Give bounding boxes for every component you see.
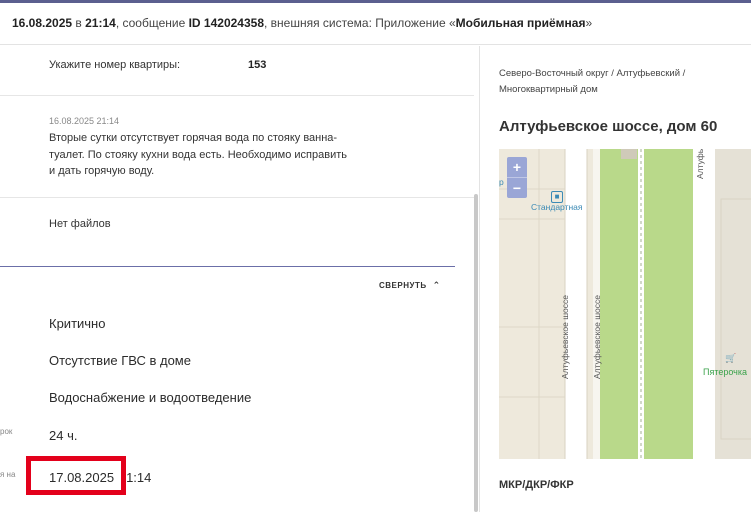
header-system-suffix: » xyxy=(585,16,593,30)
location-breadcrumb: Северо-Восточный округ / Алтуфьевский / … xyxy=(499,68,686,95)
collapse-label: СВЕРНУТЬ xyxy=(379,281,427,290)
bus-stop-label: Стандартная xyxy=(531,202,583,212)
term-value: 24 ч. xyxy=(49,428,78,443)
problem-value: Отсутствие ГВС в доме xyxy=(49,353,191,368)
header-time: 21:14 xyxy=(85,16,116,30)
header-id: ID 142024358 xyxy=(188,16,264,30)
zoom-out-button[interactable]: − xyxy=(507,178,527,198)
apartment-label: Укажите номер квартиры: xyxy=(49,59,181,71)
district-type: МКР/ДКР/ФКР xyxy=(499,479,574,491)
map-zoom-control: + − xyxy=(507,157,527,198)
priority-value: Критично xyxy=(49,316,106,331)
comment-row: 16.08.2025 21:14 Вторые сутки отсутствуе… xyxy=(0,97,474,198)
road-label-2: Алтуфьевское шоссе xyxy=(592,295,602,379)
files-row: Нет файлов xyxy=(0,198,474,268)
location-panel: Северо-Восточный округ / Алтуфьевский / … xyxy=(481,46,751,512)
header-msg-prefix: , сообщение xyxy=(115,16,189,30)
header-at: в xyxy=(72,16,86,30)
appeal-header: 16.08.2025 в 21:14, сообщение ID 1420243… xyxy=(0,3,751,45)
zoom-in-button[interactable]: + xyxy=(507,157,527,177)
deadline-time: 1:14 xyxy=(126,470,152,485)
scrollbar[interactable] xyxy=(474,194,478,512)
category-value: Водоснабжение и водоотведение xyxy=(49,390,252,405)
details-panel: Укажите номер квартиры: 153 16.08.2025 2… xyxy=(0,46,480,512)
map-edge-letter: р xyxy=(499,177,504,187)
header-date: 16.08.2025 xyxy=(12,16,73,30)
highlight-box xyxy=(26,456,126,495)
shop-icon: 🛒 xyxy=(725,353,737,363)
comment-date: 16.08.2025 21:14 xyxy=(49,116,120,126)
header-system-prefix: , внешняя система: Приложение « xyxy=(264,16,456,30)
address-title: Алтуфьевское шоссе, дом 60 xyxy=(499,118,718,135)
apartment-row: Укажите номер квартиры: 153 xyxy=(0,46,474,96)
section-divider xyxy=(0,266,455,267)
shop-label: Пятерочка xyxy=(703,367,748,377)
header-system-name: Мобильная приёмная xyxy=(455,16,586,30)
files-text: Нет файлов xyxy=(49,218,111,230)
chevron-up-icon: ⌃ xyxy=(432,280,441,290)
apartment-value: 153 xyxy=(248,59,267,71)
deadline-label-cut: я на xyxy=(0,470,16,479)
term-label-cut: рок xyxy=(0,427,13,436)
collapse-button[interactable]: СВЕРНУТЬ ⌃ xyxy=(379,280,441,291)
map-background xyxy=(499,149,751,459)
road-label-1: Алтуфьевское шоссе xyxy=(560,295,570,379)
road-label-3: Алтуфь xyxy=(695,149,705,179)
map-view[interactable]: + − р ■ Стандартная Алтуфьевское шоссе А… xyxy=(499,149,751,459)
comment-text: Вторые сутки отсутствует горячая вода по… xyxy=(49,132,347,177)
